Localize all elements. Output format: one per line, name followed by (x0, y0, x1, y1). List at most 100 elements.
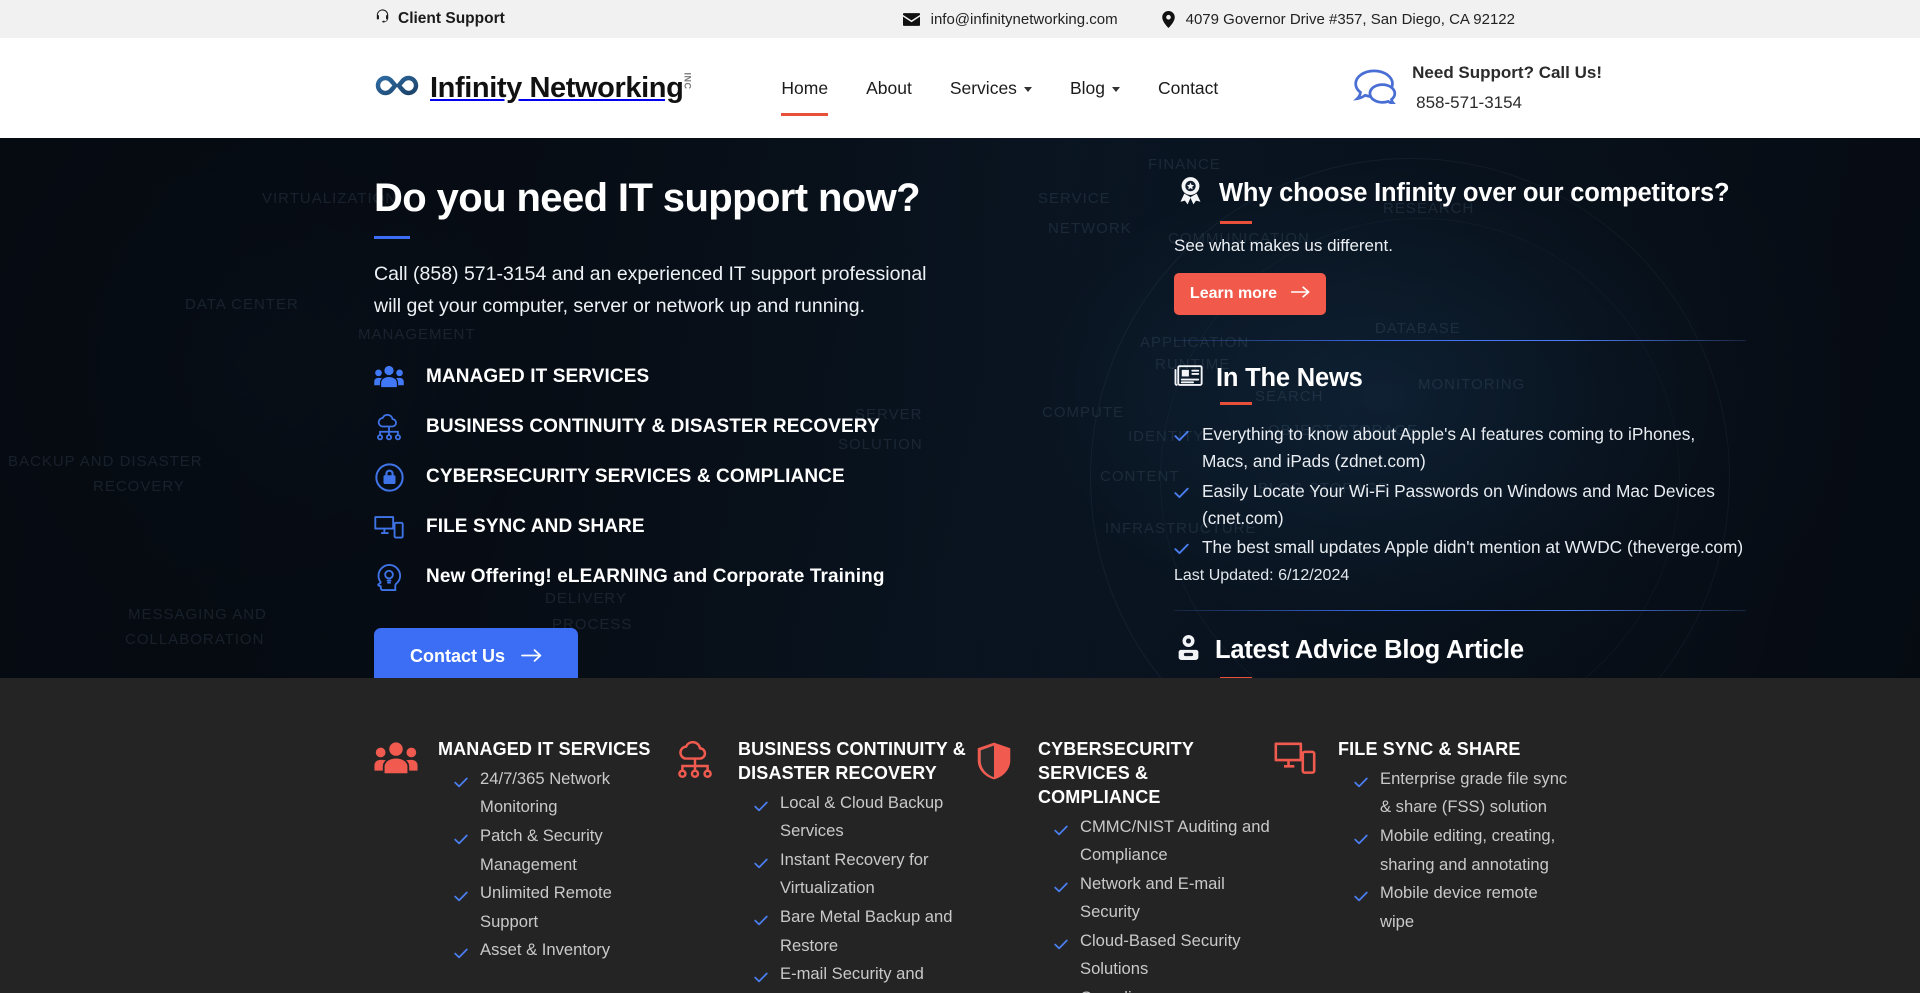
devices-icon (1274, 738, 1320, 993)
service-feature-text: Unlimited Remote Support (480, 883, 612, 931)
chat-bubbles-icon (1352, 68, 1398, 109)
service-card-title: BUSINESS CONTINUITY & DISASTER RECOVERY (738, 739, 966, 783)
nav-item-contact[interactable]: Contact (1158, 38, 1218, 138)
head-lightbulb-icon (374, 563, 404, 592)
envelope-icon (902, 12, 920, 26)
check-icon (1054, 988, 1068, 993)
devices-icon (374, 515, 404, 540)
logo-wordmark: Infinity Networking INC (430, 71, 693, 104)
services-grid-section: MANAGED IT SERVICES 24/7/365 Network Mon… (0, 678, 1920, 993)
address-item[interactable]: 4079 Governor Drive #357, San Diego, CA … (1161, 10, 1515, 28)
panel-underline (1220, 402, 1252, 405)
service-feature-text: E-mail Security and (780, 964, 924, 984)
users-group-icon (374, 738, 420, 993)
service-card-file-sync: FILE SYNC & SHARE Enterprise grade file … (1274, 738, 1574, 993)
check-icon (454, 769, 468, 822)
hero-service-item-business-continuity[interactable]: BUSINESS CONTINUITY & DISASTER RECOVERY (374, 402, 974, 452)
service-feature: Unlimited Remote Support (438, 879, 674, 936)
nav-label-blog: Blog (1069, 78, 1105, 98)
contact-us-button[interactable]: Contact Us (374, 628, 578, 678)
service-feature: Instant Recovery for Virtualization (738, 846, 974, 903)
check-icon (1354, 826, 1368, 879)
contact-us-label: Contact Us (409, 645, 505, 666)
nav-label-contact: Contact (1157, 78, 1219, 98)
in-the-news-panel: In The News Everything to know about App… (1174, 363, 1746, 585)
why-choose-panel: Why choose Infinity over our competitors… (1174, 174, 1746, 315)
hero-subtitle: Call (858) 571-3154 and an experienced I… (374, 263, 927, 317)
hero-service-item-managed-it[interactable]: MANAGED IT SERVICES (374, 352, 974, 402)
hero-right-column: Why choose Infinity over our competitors… (1174, 174, 1746, 678)
email-text: info@infinitynetworking.com (930, 10, 1118, 28)
service-card-business-continuity: BUSINESS CONTINUITY & DISASTER RECOVERY … (674, 738, 974, 993)
nav-item-about[interactable]: About (866, 38, 912, 138)
service-card-managed-it: MANAGED IT SERVICES 24/7/365 Network Mon… (374, 738, 674, 993)
service-card-list: 24/7/365 Network Monitoring Patch & Secu… (438, 765, 674, 969)
panel-underline (1220, 221, 1252, 224)
service-card-title: MANAGED IT SERVICES (438, 739, 651, 759)
service-feature: Local & Cloud Backup Services (738, 789, 974, 846)
check-icon (754, 964, 768, 993)
check-icon (454, 883, 468, 936)
support-phone[interactable]: 858-571-3154 (1416, 91, 1602, 116)
hero-service-item-file-sync[interactable]: FILE SYNC AND SHARE (374, 502, 974, 552)
site-header: Infinity Networking INC Home About Servic… (0, 38, 1920, 138)
site-logo[interactable]: Infinity Networking INC (374, 71, 693, 105)
why-choose-title: Why choose Infinity over our competitors… (1219, 178, 1730, 207)
service-feature-text: Bare Metal Backup and Restore (780, 907, 953, 955)
check-icon (754, 850, 768, 903)
news-list: Everything to know about Apple's AI feat… (1174, 421, 1746, 564)
in-the-news-title: In The News (1216, 363, 1363, 392)
why-choose-subtitle: See what makes us different. (1174, 236, 1393, 255)
chevron-down-icon (1023, 86, 1032, 92)
service-feature: Mobile device remote wipe (1338, 879, 1574, 936)
news-item[interactable]: The best small updates Apple didn't ment… (1174, 534, 1746, 563)
nav-item-services[interactable]: Services (950, 38, 1032, 138)
check-icon (1174, 423, 1189, 476)
main-navigation: Home About Services Blog Contact (781, 38, 1218, 138)
email-link[interactable]: info@infinitynetworking.com (902, 10, 1118, 28)
service-feature-text: Enterprise grade file sync & share (FSS)… (1380, 768, 1568, 817)
shield-icon (974, 738, 1020, 993)
service-feature-text: Mobile editing, creating, sharing and an… (1380, 826, 1556, 874)
users-group-icon (374, 365, 404, 389)
hero-service-item-cybersecurity[interactable]: CYBERSECURITY SERVICES & COMPLIANCE (374, 452, 974, 502)
service-card-title: CYBERSECURITY SERVICES & COMPLIANCE (1038, 739, 1194, 807)
check-icon (1354, 883, 1368, 936)
client-support-link[interactable]: Client Support (374, 8, 505, 30)
service-feature: CMMC/NIST Auditing and Compliance (1038, 813, 1274, 870)
service-card-list: Local & Cloud Backup Services Instant Re… (738, 789, 974, 993)
service-feature: Network and E-mail Security (1038, 870, 1274, 927)
hero-service-label: New Offering! eLEARNING and Corporate Tr… (426, 566, 885, 588)
service-feature: Bare Metal Backup and Restore (738, 903, 974, 960)
service-feature-text: Cloud-Based Security Solutions (1080, 930, 1241, 979)
hero-service-list: MANAGED IT SERVICES BUSINESS CONTINUITY … (374, 352, 974, 602)
nav-item-blog[interactable]: Blog (1070, 38, 1120, 138)
blogger-icon (1174, 633, 1203, 668)
service-feature: Compliance (1038, 984, 1274, 993)
lock-shield-icon (374, 462, 404, 492)
check-icon (754, 907, 768, 960)
news-item[interactable]: Everything to know about Apple's AI feat… (1174, 421, 1746, 476)
arrow-right-icon (1291, 285, 1310, 303)
check-icon (454, 826, 468, 879)
header-support-block[interactable]: Need Support? Call Us! 858-571-3154 (1352, 61, 1602, 115)
nav-label-about: About (866, 78, 912, 98)
award-ribbon-icon (1174, 174, 1207, 212)
address-text: 4079 Governor Drive #357, San Diego, CA … (1185, 10, 1515, 28)
news-item-text: Everything to know about Apple's AI feat… (1202, 424, 1696, 472)
service-card-list: Enterprise grade file sync & share (FSS)… (1338, 765, 1574, 936)
section-divider (1174, 340, 1746, 341)
check-icon (1054, 874, 1068, 927)
service-feature: Enterprise grade file sync & share (FSS)… (1338, 765, 1574, 822)
arrow-right-icon (521, 646, 542, 667)
nav-label-home: Home (781, 78, 829, 98)
infinity-icon (374, 73, 420, 103)
hero-service-item-elearning[interactable]: New Offering! eLEARNING and Corporate Tr… (374, 552, 974, 602)
page-title: Do you need IT support now? (374, 176, 921, 220)
latest-blog-title: Latest Advice Blog Article (1215, 635, 1524, 664)
headset-icon (374, 8, 391, 30)
news-item[interactable]: Easily Locate Your Wi-Fi Passwords on Wi… (1174, 478, 1746, 533)
nav-item-home[interactable]: Home (781, 38, 828, 138)
learn-more-button[interactable]: Learn more (1174, 273, 1326, 315)
cloud-network-icon (374, 413, 404, 441)
